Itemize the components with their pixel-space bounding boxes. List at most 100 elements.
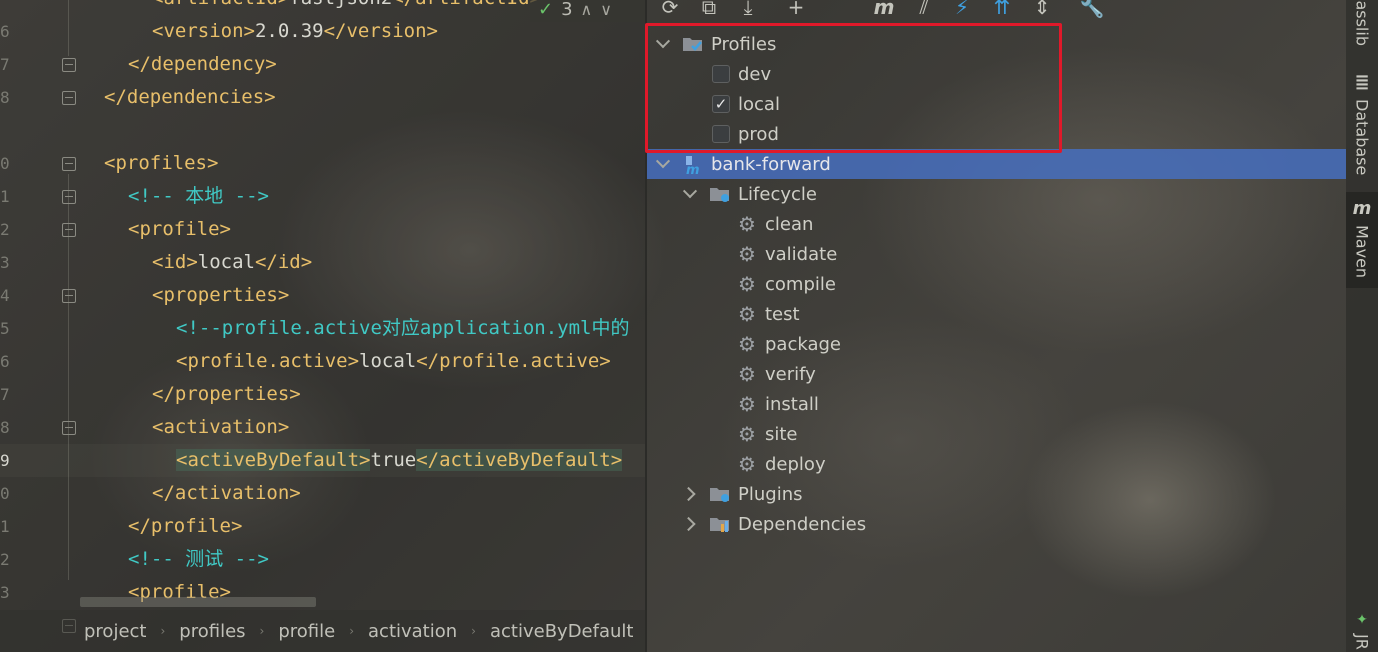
lifecycle-goal-label: compile [765, 273, 836, 295]
code-comment: <!--profile.active对应application.yml中的 [176, 317, 630, 339]
side-tab-jr[interactable]: ✦ JR [1346, 612, 1378, 650]
tree-node-dependencies[interactable]: Dependencies [647, 509, 1346, 539]
chevron-down-icon[interactable] [655, 156, 671, 172]
side-tab-classlib[interactable]: lasslib [1346, 0, 1378, 46]
execute-goal-icon[interactable]: m [871, 0, 897, 20]
chevron-right-icon[interactable] [682, 486, 698, 502]
tree-node-plugins[interactable]: Plugins [647, 479, 1346, 509]
tree-node-lifecycle[interactable]: Lifecycle [647, 179, 1346, 209]
check-icon: ✓ [538, 0, 554, 20]
previous-highlight-icon[interactable]: ∧ [581, 0, 593, 19]
dependencies-folder-icon [709, 514, 733, 534]
code-comment: <!-- 本地 --> [128, 185, 269, 207]
gear-icon: ⚙ [738, 332, 756, 356]
reload-icon[interactable]: ⟳ [657, 0, 683, 20]
side-tab-maven[interactable]: m Maven [1346, 192, 1378, 288]
code-line[interactable]: <profiles> [104, 147, 218, 180]
chevron-right-icon[interactable] [682, 516, 698, 532]
inspection-widget[interactable]: ✓ 3 ∧ ∨ [530, 0, 645, 22]
tree-node-project[interactable]: m bank-forward [647, 149, 1346, 179]
code-line[interactable]: </properties> [152, 378, 301, 411]
code-line[interactable]: <properties> [152, 279, 289, 312]
collapse-all-icon[interactable]: ⇕ [1029, 0, 1055, 20]
code-area[interactable]: <artifactId>fastjson2</artifactId><versi… [0, 0, 645, 610]
maven-toolbar: ⟳ ⧉ ⤓ + m ⫽ ⚡ ⇈ ⇕ 🔧 [647, 0, 1346, 22]
breadcrumb-separator-icon: › [349, 624, 355, 638]
breadcrumb-item[interactable]: activeByDefault [490, 621, 633, 642]
xml-tag: </activation> [152, 482, 301, 504]
next-highlight-icon[interactable]: ∨ [600, 0, 612, 19]
lifecycle-goal-label: site [765, 423, 798, 445]
code-line[interactable]: <activeByDefault>true</activeByDefault> [176, 444, 623, 477]
right-tool-strip: lasslib ≣ Database m Maven ✦ JR [1346, 0, 1378, 652]
breadcrumb-separator-icon: › [471, 624, 476, 638]
xml-tag: </profile.active> [416, 350, 611, 372]
xml-tag: <artifactId> [152, 0, 289, 9]
code-line[interactable]: <profile.active>local</profile.active> [176, 345, 611, 378]
lifecycle-folder-icon [709, 184, 733, 204]
breadcrumb-item[interactable]: activation [368, 621, 457, 642]
code-line[interactable]: <artifactId>fastjson2</artifactId> [152, 0, 541, 15]
code-line[interactable]: <version>2.0.39</version> [152, 15, 438, 48]
code-line[interactable]: </dependencies> [104, 81, 276, 114]
side-tab-database[interactable]: ≣ Database [1346, 72, 1378, 175]
code-editor[interactable]: 67801234567890123 <artifactId>fastjson2<… [0, 0, 645, 652]
xml-tag: </id> [254, 251, 313, 273]
lifecycle-goal-verify[interactable]: ⚙ verify [647, 359, 1346, 389]
breadcrumb: project › profiles › profile › activation › acti… [0, 610, 645, 652]
lifecycle-goal-validate[interactable]: ⚙ validate [647, 239, 1346, 269]
xml-tag: </artifactId> [392, 0, 541, 9]
code-line[interactable]: <profile> [128, 213, 231, 246]
generate-sources-icon[interactable]: ⧉ [696, 0, 722, 20]
gear-icon: ⚙ [738, 362, 756, 386]
xml-tag: <profile> [128, 218, 231, 240]
maven-icon: m [1352, 198, 1372, 219]
svg-text:m: m [686, 163, 700, 176]
xml-tag: <profiles> [104, 152, 219, 174]
lifecycle-goal-clean[interactable]: ⚙ clean [647, 209, 1346, 239]
plugins-label: Plugins [738, 483, 803, 505]
xml-tag: <profile.active> [176, 350, 360, 372]
lifecycle-goal-label: install [765, 393, 819, 415]
skip-tests-icon[interactable]: ⚡ [949, 0, 975, 20]
lifecycle-goal-label: package [765, 333, 841, 355]
xml-tag: <properties> [152, 284, 290, 306]
code-line[interactable]: </activation> [152, 477, 301, 510]
show-dependencies-icon[interactable]: ⇈ [989, 0, 1015, 20]
gear-icon: ⚙ [738, 212, 756, 236]
lifecycle-goal-install[interactable]: ⚙ install [647, 389, 1346, 419]
code-line[interactable]: <id>local</id> [152, 246, 312, 279]
toggle-offline-icon[interactable]: ⫽ [911, 0, 937, 20]
code-line[interactable]: <!-- 本地 --> [128, 180, 269, 213]
xml-tag: </properties> [152, 383, 301, 405]
code-line[interactable]: <!-- 测试 --> [128, 543, 269, 576]
breadcrumb-item[interactable]: profiles [179, 621, 245, 642]
settings-icon[interactable]: 🔧 [1079, 0, 1105, 20]
code-line[interactable]: </dependency> [128, 48, 277, 81]
breadcrumb-item[interactable]: profile [278, 621, 335, 642]
add-icon[interactable]: + [783, 0, 809, 20]
lifecycle-goal-label: test [765, 303, 800, 325]
lifecycle-goal-package[interactable]: ⚙ package [647, 329, 1346, 359]
jrebel-icon: ✦ [1356, 612, 1368, 628]
code-line[interactable]: <activation> [152, 411, 289, 444]
lifecycle-label: Lifecycle [738, 183, 817, 205]
xml-tag: </version> [323, 20, 438, 42]
lifecycle-goal-compile[interactable]: ⚙ compile [647, 269, 1346, 299]
lifecycle-goal-site[interactable]: ⚙ site [647, 419, 1346, 449]
breadcrumb-item[interactable]: project [84, 621, 146, 642]
lifecycle-goal-test[interactable]: ⚙ test [647, 299, 1346, 329]
xml-tag: <activeByDefault> [176, 449, 371, 471]
xml-tag: <version> [152, 20, 255, 42]
lifecycle-goal-label: verify [765, 363, 816, 385]
download-icon[interactable]: ⤓ [735, 0, 761, 20]
chevron-down-icon[interactable] [682, 186, 698, 202]
code-line[interactable]: <!--profile.active对应application.yml中的 [176, 312, 630, 345]
lifecycle-goal-deploy[interactable]: ⚙ deploy [647, 449, 1346, 479]
gear-icon: ⚙ [738, 272, 756, 296]
xml-text: 2.0.39 [254, 20, 324, 42]
horizontal-scrollbar[interactable] [80, 597, 316, 607]
code-line[interactable]: </profile> [128, 510, 242, 543]
database-icon: ≣ [1354, 72, 1370, 93]
xml-tag: </profile> [128, 515, 243, 537]
